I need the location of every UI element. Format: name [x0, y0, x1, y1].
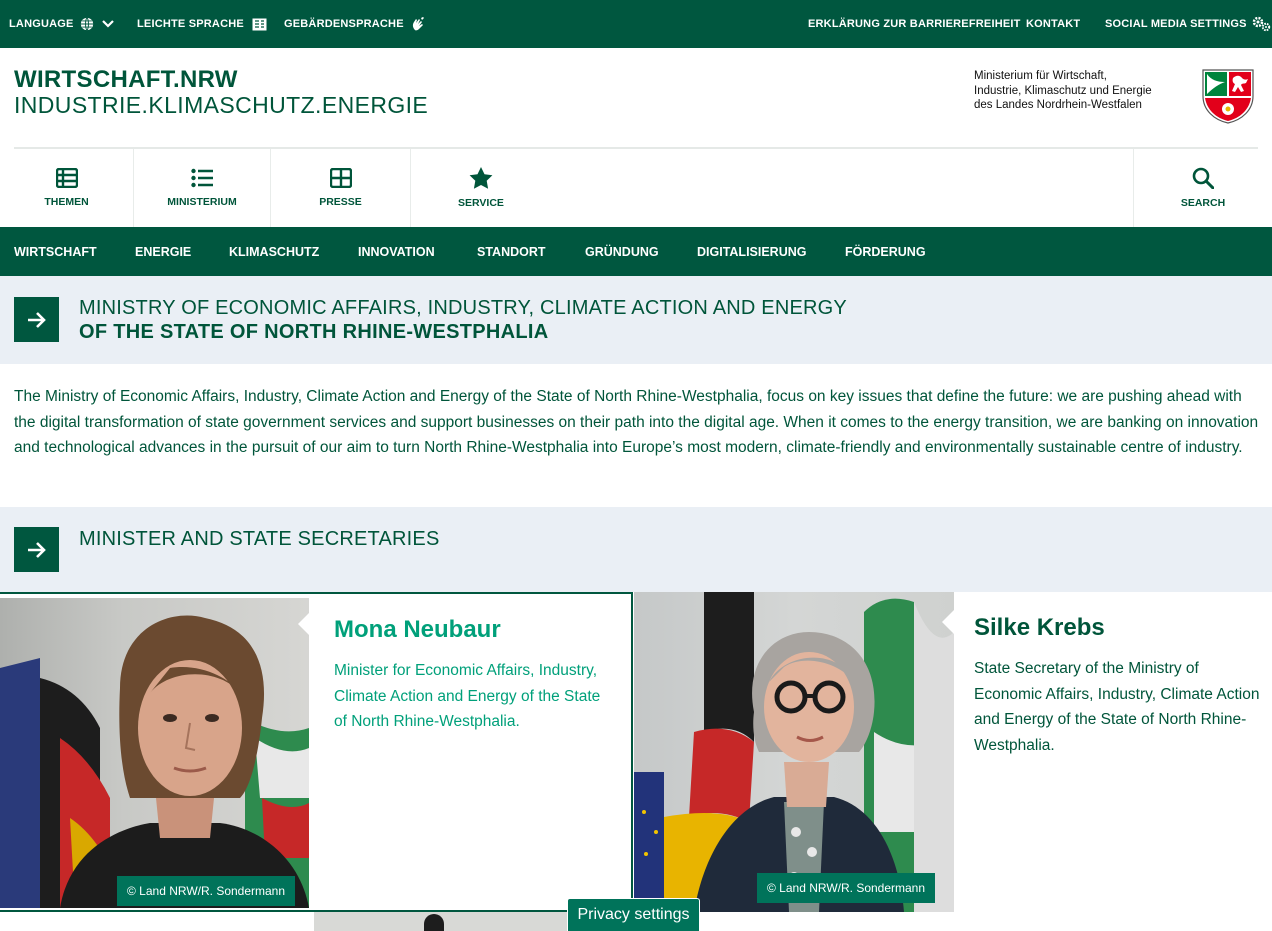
sign-language-link[interactable]: GEBÄRDENSPRACHE: [284, 0, 427, 48]
person-name: Silke Krebs: [974, 614, 1105, 641]
language-selector[interactable]: LANGUAGE: [9, 0, 114, 48]
card-pointer: [942, 610, 954, 634]
icon-navigation: THEMEN MINISTERIUM PRESSE SERVICE SEARCH: [0, 149, 1272, 227]
subnav-digitalisierung[interactable]: DIGITALISIERUNG: [697, 227, 807, 276]
globe-icon: [80, 17, 93, 31]
grid-icon: [329, 168, 352, 188]
book-icon: [252, 18, 267, 30]
accessibility-statement-link[interactable]: ERKLÄRUNG ZUR BARRIEREFREIHEIT: [808, 0, 1021, 48]
ministry-section-header: MINISTRY OF ECONOMIC AFFAIRS, INDUSTRY, …: [0, 276, 1272, 364]
subnav-energie[interactable]: ENERGIE: [135, 227, 191, 276]
section-title: MINISTER AND STATE SECRETARIES: [79, 528, 440, 550]
star-icon: [469, 167, 493, 189]
search-icon: [1192, 167, 1214, 189]
nav-themen-label: THEMEN: [44, 196, 89, 208]
site-logo[interactable]: WIRTSCHAFT.NRW INDUSTRIE.KLIMASCHUTZ.ENE…: [14, 66, 429, 119]
section-arrow-button[interactable]: [14, 527, 59, 572]
section-arrow-button[interactable]: [14, 297, 59, 342]
intro-paragraph: The Ministry of Economic Affairs, Indust…: [14, 388, 1259, 457]
nav-themen[interactable]: THEMEN: [0, 149, 133, 227]
nrw-coat-of-arms-icon[interactable]: [1201, 68, 1255, 124]
list-table-icon: [55, 168, 78, 188]
social-media-label: SOCIAL MEDIA SETTINGS: [1105, 18, 1247, 30]
nav-presse-label: PRESSE: [319, 196, 362, 208]
portrait-silke-krebs: [634, 592, 954, 912]
sign-language-label: GEBÄRDENSPRACHE: [284, 18, 404, 30]
search-label: SEARCH: [1180, 197, 1226, 209]
section-title-line-1: MINISTRY OF ECONOMIC AFFAIRS, INDUSTRY, …: [79, 297, 847, 319]
arrow-right-icon: [27, 541, 46, 558]
topic-navigation: WIRTSCHAFT ENERGIE KLIMASCHUTZ INNOVATIO…: [0, 227, 1272, 276]
nav-presse[interactable]: PRESSE: [271, 149, 410, 227]
chevron-down-icon: [101, 20, 114, 28]
ministry-line-3: des Landes Nordrhein-Westfalen: [974, 99, 1142, 111]
ministry-line-1: Ministerium für Wirtschaft,: [974, 70, 1107, 82]
ministry-line-2: Industrie, Klimaschutz und Energie: [974, 84, 1152, 97]
brand-line-1: WIRTSCHAFT.NRW: [14, 66, 238, 93]
social-media-settings-link[interactable]: SOCIAL MEDIA SETTINGS: [1105, 0, 1272, 48]
hands-icon: [412, 17, 424, 31]
subnav-klimaschutz[interactable]: KLIMASCHUTZ: [229, 227, 319, 276]
subnav-standort[interactable]: STANDORT: [477, 227, 546, 276]
site-header: WIRTSCHAFT.NRW INDUSTRIE.KLIMASCHUTZ.ENE…: [0, 48, 1272, 148]
portrait-mona-neubaur: [0, 615, 309, 908]
subnav-innovation[interactable]: INNOVATION: [358, 227, 435, 276]
language-label: LANGUAGE: [9, 18, 74, 30]
nav-service[interactable]: SERVICE: [411, 149, 551, 227]
privacy-settings-button[interactable]: Privacy settings: [567, 898, 700, 931]
arrow-right-icon: [27, 311, 46, 328]
section-title-line-2: OF THE STATE OF NORTH RHINE-WESTPHALIA: [79, 321, 549, 343]
nav-service-label: SERVICE: [458, 197, 504, 209]
person-role: Minister for Economic Affairs, Industry,…: [334, 662, 601, 731]
brand-line-2: INDUSTRIE.KLIMASCHUTZ.ENERGIE: [14, 92, 429, 118]
ministry-name: Ministerium für Wirtschaft, Industrie, K…: [974, 69, 1152, 113]
top-bar: LANGUAGE LEICHTE SPRACHE GEBÄRDENSPRACHE…: [0, 0, 1272, 48]
photo-credit: © Land NRW/R. Sondermann: [117, 876, 296, 906]
subnav-foerderung[interactable]: FÖRDERUNG: [845, 227, 926, 276]
nav-ministerium-label: MINISTERIUM: [167, 196, 237, 208]
person-card-silke-krebs[interactable]: © Land NRW/R. Sondermann Silke Krebs Sta…: [634, 592, 1272, 912]
subnav-wirtschaft[interactable]: WIRTSCHAFT: [14, 227, 97, 276]
contact-link[interactable]: KONTAKT: [1026, 0, 1080, 48]
portrait-photo: [634, 592, 954, 912]
photo-credit: © Land NRW/R. Sondermann: [757, 873, 936, 903]
portrait-photo: [0, 598, 309, 908]
list-icon: [191, 168, 213, 188]
gears-icon: [1252, 16, 1270, 32]
card-pointer: [298, 612, 310, 636]
minister-section-header: MINISTER AND STATE SECRETARIES: [0, 507, 1272, 592]
next-card-preview: [314, 912, 574, 931]
person-role: State Secretary of the Ministry of Econo…: [974, 660, 1260, 755]
subnav-gruendung[interactable]: GRÜNDUNG: [585, 227, 659, 276]
person-card-mona-neubaur[interactable]: © Land NRW/R. Sondermann Mona Neubaur Mi…: [0, 592, 633, 912]
easy-language-label: LEICHTE SPRACHE: [137, 18, 244, 30]
easy-language-link[interactable]: LEICHTE SPRACHE: [137, 0, 267, 48]
nav-ministerium[interactable]: MINISTERIUM: [134, 149, 270, 227]
search-button[interactable]: SEARCH: [1134, 149, 1272, 227]
person-name: Mona Neubaur: [334, 616, 501, 643]
